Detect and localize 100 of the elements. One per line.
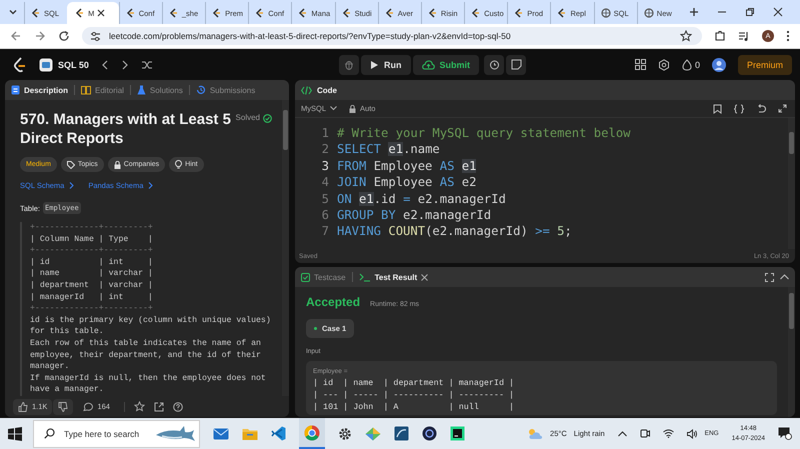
speaker-icon[interactable] [686,428,698,438]
previous-icon[interactable] [100,60,109,70]
next-icon[interactable] [120,60,129,70]
premium-button[interactable]: Premium [738,54,792,74]
extensions-icon[interactable] [714,30,726,42]
cloud-upload-icon [422,60,434,70]
help-icon[interactable] [172,402,183,412]
line-number: 1 [320,125,330,142]
notes-button[interactable] [506,54,526,74]
folder-icon[interactable] [242,426,258,440]
start-icon[interactable] [8,426,22,440]
schema-line: +-------------+---------+ [30,222,154,234]
braces-icon[interactable] [734,104,744,114]
star-icon[interactable] [134,401,145,412]
leetcode-icon [514,8,524,18]
line-number: 5 [320,190,330,208]
new-tab-icon[interactable] [688,7,699,17]
leetcode-icon [342,8,352,18]
layout-icon[interactable] [634,59,646,70]
scrollbar[interactable] [788,287,795,417]
gear-icon[interactable] [338,426,352,440]
globe-icon [600,8,611,18]
code-editor-icon[interactable] [271,426,286,441]
camera-icon[interactable] [640,428,650,439]
shuffle-icon[interactable] [140,60,153,70]
address-bar[interactable]: leetcode.com/problems/managers-with-at-least-5-direct-reports/?envType=study-plan-v2&envId=top-sql-50 [82,27,702,45]
chevron-down-icon [330,106,338,111]
panel-title: Code [301,86,337,94]
submit-button[interactable]: Submit [412,54,479,74]
back-icon[interactable] [10,30,22,42]
expand-icon[interactable] [778,104,787,113]
collapse-icon[interactable] [780,274,789,280]
study-plan-title[interactable]: SQL 50 [58,60,89,70]
close-icon[interactable] [421,274,428,280]
schema-line: | department | varchar | [30,280,154,292]
table-line: | id | name | department | managerId | [313,378,516,390]
chevron-right-icon [69,182,74,189]
logo-icon[interactable] [13,56,27,72]
scrollbar[interactable] [788,118,795,249]
timer-button[interactable] [484,54,504,74]
problem-title: 570. Managers with at Least 5 Direct Reports [20,110,232,148]
dislike-button[interactable] [53,398,74,414]
panel-tab[interactable]: Solutions [136,85,183,95]
code-line: # Write your MySQL query statement below [337,125,630,142]
close-icon[interactable] [97,9,106,17]
chevron-up-icon[interactable] [618,430,627,436]
bookmark-icon[interactable] [713,104,722,114]
forward-icon[interactable] [34,30,46,42]
scrollbar-thumb[interactable] [283,110,288,150]
panel-tab[interactable]: Description [11,85,68,95]
schema-line: | id | int | [30,256,154,268]
line-number: 3 [320,158,330,174]
description-text: id is the primary key (column with unique values) for this table. [30,314,272,338]
panel-tab[interactable]: Testcase [301,272,346,282]
scrollbar-thumb[interactable] [789,293,794,329]
table-line: | --- | ----- | ---------- | --------- | [313,390,516,402]
database-app-icon[interactable] [394,426,409,441]
close-icon[interactable] [772,7,783,17]
study-plan-icon [39,58,53,72]
fullscreen-icon[interactable] [765,272,774,282]
wifi-icon[interactable] [662,429,674,438]
debug-button[interactable] [339,54,359,74]
undo-icon[interactable] [756,104,766,114]
line-number: 7 [320,223,330,240]
settings-icon[interactable] [658,58,670,70]
panel-tab[interactable]: Editorial [81,85,124,95]
search-field[interactable]: Type here to search [33,420,200,448]
scrollbar-thumb[interactable] [789,132,794,154]
thumbs-down-icon [58,402,68,412]
leetcode-icon [75,8,86,18]
line-number: 4 [320,174,330,191]
tab-list-icon[interactable] [8,7,18,17]
more-icon[interactable] [786,30,790,42]
run-button[interactable]: Run [361,54,410,74]
check-circle-icon [263,114,272,123]
restore-icon[interactable] [744,7,755,17]
star-icon[interactable] [680,30,692,42]
lock-icon [114,160,121,168]
flask-icon [136,85,146,95]
reload-icon[interactable] [58,30,70,42]
flame-icon[interactable] [682,58,692,70]
leetcode-icon [384,8,395,18]
leetcode-icon [298,8,308,18]
scrollbar[interactable] [282,100,289,396]
site-settings-icon[interactable] [90,30,101,42]
mail-icon[interactable] [213,426,229,440]
code-line: ON e1.id = e2.managerId [337,190,506,208]
circle-app-icon[interactable] [422,426,437,441]
panel-tab[interactable]: Test Result [358,272,428,282]
notifications-icon[interactable] [778,427,792,440]
browser-taskbar-button[interactable] [299,418,325,449]
leetcode-icon [212,8,222,18]
search-icon [44,428,55,438]
ide-icon[interactable] [450,426,465,441]
user-avatar[interactable] [712,58,726,72]
diamond-app-icon[interactable] [365,426,381,440]
panel-tab[interactable]: Submissions [196,85,256,95]
media-icon[interactable] [738,30,750,42]
shark-icon [154,424,196,444]
share-icon[interactable] [154,402,164,412]
